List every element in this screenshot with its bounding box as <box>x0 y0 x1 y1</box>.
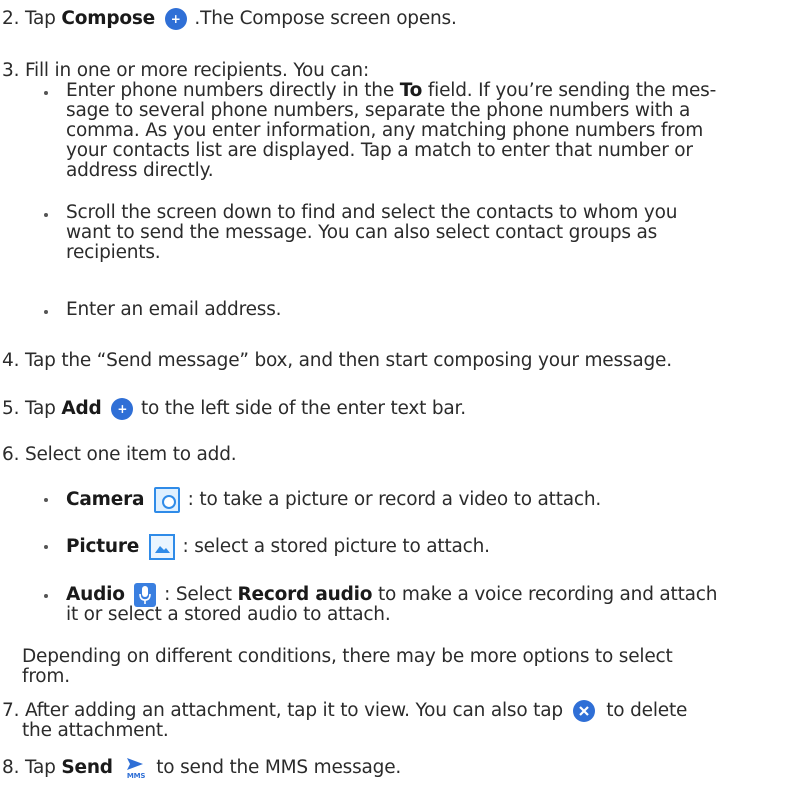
picture-icon <box>148 534 175 560</box>
compose-label: Compose <box>61 8 156 29</box>
bullet-dot <box>44 91 48 95</box>
step-4: 4. Tap the “Send message” box, and then … <box>2 350 672 372</box>
bullet-2-line-2: want to send the message. You can also s… <box>66 222 658 243</box>
send-mms-icon: MMS <box>123 756 149 780</box>
bullet-3: Enter an email address. <box>66 299 282 320</box>
step-text: to delete <box>606 700 688 721</box>
camera-icon <box>153 487 180 513</box>
step-2: 2. Tap Compose + .The Compose screen ope… <box>2 8 457 30</box>
audio-label: Audio <box>66 584 125 605</box>
picture-label: Picture <box>66 536 140 557</box>
send-label: Send <box>61 757 113 778</box>
step-7: 7. After adding an attachment, tap it to… <box>2 700 687 722</box>
add-label: Add <box>61 398 102 419</box>
to-field-label: To <box>399 80 423 101</box>
bullet-1-line-3: comma. As you enter information, any mat… <box>66 120 704 141</box>
step-text: Select one item to add. <box>24 444 237 465</box>
bullet-1-line-4: your contacts list are displayed. Tap a … <box>66 140 693 161</box>
step-number: 6. <box>2 444 20 465</box>
step-number: 7. <box>2 700 20 721</box>
bullet-2-line-1: Scroll the screen down to find and selec… <box>66 202 678 223</box>
compose-plus-icon: + <box>164 8 187 30</box>
step-number: 2. <box>2 8 20 29</box>
bullet-text: : Select <box>164 584 232 605</box>
bullet-dot <box>44 594 48 598</box>
step-number: 8. <box>2 757 20 778</box>
send-caption: MMS <box>126 772 145 780</box>
step-text: Fill in one or more recipients. You can: <box>24 60 369 81</box>
step-number: 4. <box>2 350 20 371</box>
record-audio-label: Record audio <box>237 584 373 605</box>
bullet-dot <box>44 213 48 217</box>
bullet-text: : to take a picture or record a video to… <box>187 489 602 510</box>
close-circle-icon <box>572 700 595 722</box>
step-text: Tap <box>24 398 56 419</box>
camera-label: Camera <box>66 489 145 510</box>
bullet-1-line-5: address directly. <box>66 160 214 181</box>
bullet-text: field. If you’re sending the mes- <box>427 80 717 101</box>
bullet-picture: Picture : select a stored picture to att… <box>66 534 490 560</box>
step-text: to the left side of the enter text bar. <box>140 398 466 419</box>
step-3: 3. Fill in one or more recipients. You c… <box>2 60 369 82</box>
step-number: 3. <box>2 60 20 81</box>
step-number: 5. <box>2 398 20 419</box>
step-text: Tap <box>24 757 56 778</box>
bullet-dot <box>44 545 48 549</box>
add-plus-icon: + <box>111 398 134 420</box>
bullet-dot <box>44 310 48 314</box>
step-6: 6. Select one item to add. <box>2 444 237 466</box>
bullet-1-line-1: Enter phone numbers directly in the To f… <box>66 80 716 102</box>
step-8: 8. Tap Send MMS to send the MMS message. <box>2 756 401 780</box>
step-7-line-2: the attachment. <box>22 720 169 741</box>
bullet-audio-line-2: it or select a stored audio to attach. <box>66 604 391 625</box>
step-text: Tap <box>24 8 56 29</box>
bullet-1-line-2: sage to several phone numbers, separate … <box>66 100 691 121</box>
step-5: 5. Tap Add + to the left side of the ent… <box>2 398 466 420</box>
note-line-1: Depending on different conditions, there… <box>22 646 673 667</box>
step-text: .The Compose screen opens. <box>194 8 457 29</box>
bullet-dot <box>44 498 48 502</box>
bullet-camera: Camera : to take a picture or record a v… <box>66 487 601 513</box>
step-text: to send the MMS message. <box>156 757 402 778</box>
bullet-text: Enter phone numbers directly in the <box>66 80 394 101</box>
bullet-2-line-3: recipients. <box>66 242 161 263</box>
step-text: After adding an attachment, tap it to vi… <box>24 700 563 721</box>
bullet-text: : select a stored picture to attach. <box>182 536 491 557</box>
bullet-text: to make a voice recording and attach <box>377 584 718 605</box>
step-text: Tap the “Send message” box, and then sta… <box>24 350 672 371</box>
note-line-2: from. <box>22 666 70 687</box>
